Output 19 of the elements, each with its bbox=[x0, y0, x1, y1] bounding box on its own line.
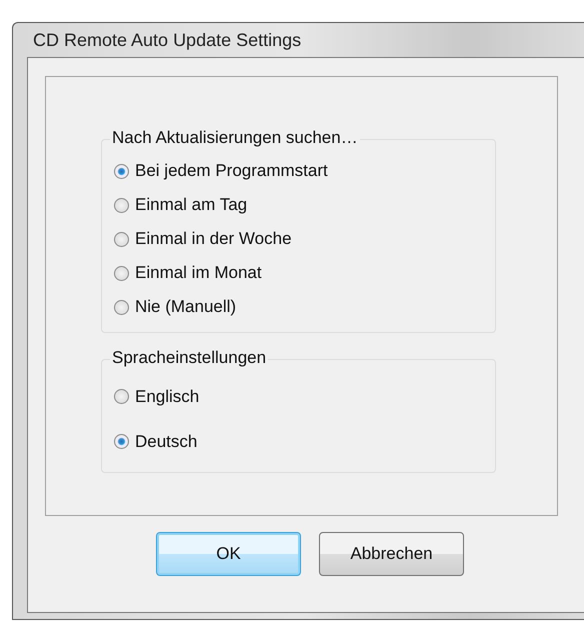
ok-button[interactable]: OK bbox=[156, 532, 301, 576]
radio-button[interactable] bbox=[114, 198, 129, 212]
group-title: Spracheinstellungen bbox=[110, 348, 268, 368]
radio-label[interactable]: Bei jedem Programmstart bbox=[135, 161, 328, 181]
radio-button[interactable] bbox=[114, 434, 129, 449]
window-title: CD Remote Auto Update Settings bbox=[32, 28, 302, 52]
radio-button[interactable] bbox=[114, 389, 129, 404]
radio-label[interactable]: Nie (Manuell) bbox=[135, 297, 236, 317]
radio-label[interactable]: Einmal im Monat bbox=[135, 263, 262, 283]
radio-label[interactable]: Deutsch bbox=[135, 432, 198, 452]
radio-button[interactable] bbox=[114, 232, 129, 246]
group-title: Nach Aktualisierungen suchen… bbox=[110, 128, 360, 148]
cancel-button[interactable]: Abbrechen bbox=[319, 532, 464, 576]
radio-button[interactable] bbox=[114, 300, 129, 314]
radio-label[interactable]: Englisch bbox=[135, 386, 200, 406]
radio-button[interactable] bbox=[114, 164, 129, 178]
radio-label[interactable]: Einmal am Tag bbox=[135, 195, 248, 215]
radio-label[interactable]: Einmal in der Woche bbox=[135, 229, 292, 249]
radio-button[interactable] bbox=[114, 266, 129, 280]
